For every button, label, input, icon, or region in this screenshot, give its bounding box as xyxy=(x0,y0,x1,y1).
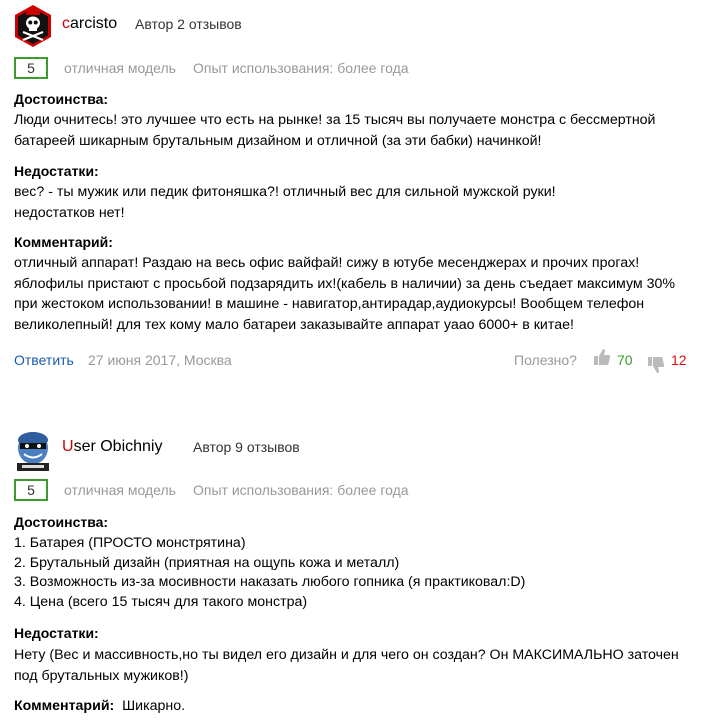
comment-line: яблофилы пристают с просьбой подзарядить… xyxy=(14,275,675,292)
skull-crossbones-avatar-icon xyxy=(15,5,51,47)
author-name[interactable]: carcisto xyxy=(62,15,117,33)
cons-text: Нету (Вес и массивность,но ты видел его … xyxy=(14,645,714,686)
author-review-count: Автор 9 отзывов xyxy=(193,439,300,455)
review-1: carcisto Автор 2 отзывов 5 отличная моде… xyxy=(0,0,715,380)
grade-badge: 5 xyxy=(14,479,48,501)
pros-heading: Достоинства: xyxy=(14,91,109,107)
pros-text: 1. Батарея (ПРОСТО монстрятина) 2. Брута… xyxy=(14,534,714,613)
useful-label: Полезно? xyxy=(514,352,577,368)
comment-line: при жестоком использовании! в машине - н… xyxy=(14,296,645,312)
review-2: User Obichniy Автор 9 отзывов 5 отличная… xyxy=(0,420,715,727)
author-review-count: Автор 2 отзывов xyxy=(135,16,242,32)
usage-experience: Опыт использования: более года xyxy=(193,60,409,76)
reply-link[interactable]: Ответить xyxy=(14,352,74,368)
grade-text: отличная модель xyxy=(64,482,176,498)
cons-line: вес? - ты мужик или педик фитоняшка?! от… xyxy=(14,184,556,200)
pros-line: 3. Возможность из-за мосивности наказать… xyxy=(14,574,526,591)
cons-line: недостатков нет! xyxy=(14,204,125,221)
comment-heading: Комментарий: xyxy=(14,234,113,250)
comment-block: Комментарий: Шикарно. xyxy=(14,696,714,717)
comment-line: отличный аппарат! Раздаю на весь офис ва… xyxy=(14,255,640,271)
pros-line: 1. Батарея (ПРОСТО монстрятина) xyxy=(14,535,246,551)
author-name[interactable]: User Obichniy xyxy=(62,438,162,456)
author-avatar[interactable] xyxy=(14,4,52,48)
pros-heading: Достоинства: xyxy=(14,514,109,530)
pros-line: 2. Брутальный дизайн (приятная на ощупь … xyxy=(14,554,400,571)
review-footer: Ответить 27 июня 2017, Москва Полезно? 7… xyxy=(0,349,715,374)
comment-text: Шикарно. xyxy=(122,698,186,714)
usage-experience: Опыт использования: более года xyxy=(193,482,409,498)
author-avatar[interactable] xyxy=(14,428,52,472)
comment-line: великолепный! для тех кому мало батареи … xyxy=(14,316,574,333)
pros-line: батареей шикарным брутальным дизайном и … xyxy=(14,132,542,149)
comment-heading: Комментарий: xyxy=(14,698,115,714)
likes-count: 70 xyxy=(617,352,633,368)
dislikes-count: 12 xyxy=(671,352,687,368)
pros-line: Люди очнитесь! это лучшее что есть на ры… xyxy=(14,112,656,128)
cons-text: вес? - ты мужик или педик фитоняшка?! от… xyxy=(14,182,714,223)
comment-text: отличный аппарат! Раздаю на весь офис ва… xyxy=(14,253,714,335)
pros-line: 4. Цена (всего 15 тысяч для такого монст… xyxy=(14,594,308,611)
cons-heading: Недостатки: xyxy=(14,625,99,641)
review-date: 27 июня 2017, Москва xyxy=(88,352,232,368)
pros-text: Люди очнитесь! это лучшее что есть на ры… xyxy=(14,110,714,151)
grade-text: отличная модель xyxy=(64,60,176,76)
grade-badge: 5 xyxy=(14,57,48,79)
masked-character-avatar-icon xyxy=(14,428,52,472)
cons-line: Нету (Вес и массивность,но ты видел его … xyxy=(14,647,679,663)
cons-heading: Недостатки: xyxy=(14,163,99,179)
thumbs-down-icon[interactable] xyxy=(647,356,665,374)
thumbs-up-icon[interactable] xyxy=(593,348,611,366)
cons-line: под брутальных мужиков!) xyxy=(14,667,189,684)
